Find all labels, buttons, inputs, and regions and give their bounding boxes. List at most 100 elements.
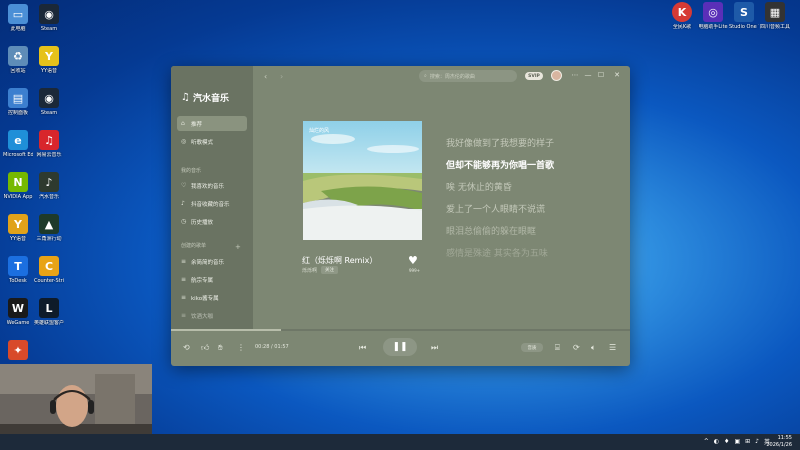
app-icon: T bbox=[8, 256, 28, 276]
tray-expand-icon[interactable]: ^ bbox=[704, 438, 709, 445]
search-input[interactable]: ⌕ 搜索：周杰伦的歌曲 bbox=[419, 70, 517, 82]
search-icon: ⌕ bbox=[424, 73, 427, 79]
desktop-icon[interactable]: ◉ Steam bbox=[34, 4, 64, 32]
music-app-window: ♫ 汽水音乐 ⌂ 推荐 ◎ 听歌模式 我的音乐 ♡ 我喜欢的音乐 ♪ 抖音收藏的… bbox=[171, 66, 630, 366]
desktop-icon[interactable]: W WeGame bbox=[3, 298, 33, 326]
heart-icon[interactable]: ♥ bbox=[408, 254, 418, 267]
album-cover[interactable]: 灿烂的风 bbox=[303, 121, 422, 240]
thumbs-up-icon[interactable]: 👍︎ bbox=[201, 343, 209, 353]
listen-mode-icon[interactable]: ⟲ bbox=[183, 343, 190, 352]
back-arrow-icon[interactable]: ‹ bbox=[264, 72, 267, 81]
app-icon: C bbox=[39, 256, 59, 276]
playlist-item[interactable]: ≡ 饮酒大咖 bbox=[177, 308, 247, 323]
nav-item-liked-music[interactable]: ♡ 我喜欢的音乐 bbox=[177, 178, 247, 193]
tray-app-icon[interactable]: ◐ bbox=[714, 438, 719, 445]
nav-item-listen-mode[interactable]: ◎ 听歌模式 bbox=[177, 134, 247, 149]
sidebar: ♫ 汽水音乐 ⌂ 推荐 ◎ 听歌模式 我的音乐 ♡ 我喜欢的音乐 ♪ 抖音收藏的… bbox=[171, 66, 253, 330]
pause-button[interactable]: ❚❚ bbox=[383, 338, 417, 356]
tray-app-icon[interactable]: ♦ bbox=[724, 438, 729, 445]
artist-name[interactable]: 烁烁啊 bbox=[302, 267, 317, 274]
lyrics-icon[interactable]: ⌸ bbox=[555, 343, 560, 353]
desktop-icon[interactable]: N NVIDIA App bbox=[3, 172, 33, 200]
desktop-icon[interactable]: L 英雄联盟客户端 bbox=[34, 298, 64, 326]
desktop-icon-label: NVIDIA App bbox=[3, 194, 33, 200]
more-icon[interactable]: ⋮ bbox=[237, 343, 245, 352]
desktop-icon-label: 网易云音乐 bbox=[36, 152, 62, 158]
lyric-line: 唉 无休止的黄昏 bbox=[446, 183, 512, 193]
network-icon[interactable]: ⊞ bbox=[745, 438, 750, 445]
lyric-line-current: 但却不能够再为你唱一首歌 bbox=[446, 161, 555, 171]
search-placeholder: 搜索：周杰伦的歌曲 bbox=[429, 73, 475, 80]
desktop-icon[interactable]: K 全民K歌 bbox=[667, 2, 697, 30]
tray-app-icon[interactable]: ▣ bbox=[734, 438, 740, 445]
desktop-icon[interactable]: ▦ 四川音频工具箱 bbox=[760, 2, 790, 30]
desktop-icon[interactable]: T ToDesk bbox=[3, 256, 33, 284]
desktop-icon[interactable]: ▭ 此电脑 bbox=[3, 4, 33, 32]
repeat-icon[interactable]: ⟳ bbox=[573, 343, 580, 352]
progress-bar[interactable] bbox=[171, 329, 630, 331]
next-icon[interactable]: ⏭︎ bbox=[431, 343, 438, 353]
heart-icon: ♡ bbox=[181, 181, 187, 189]
playlist-item[interactable]: ≡ 余简简的音乐 bbox=[177, 254, 247, 269]
desktop-icon-label: 四川音频工具箱 bbox=[760, 24, 790, 30]
desktop-icon[interactable]: Y YY语音 bbox=[3, 214, 33, 242]
app-icon: ♫ bbox=[39, 130, 59, 150]
desktop-icon-label: 英雄联盟客户端 bbox=[34, 320, 64, 326]
thumbs-down-icon[interactable]: ✋︎ bbox=[218, 343, 223, 353]
maximize-button[interactable]: ☐ bbox=[596, 70, 606, 80]
menu-icon[interactable]: ⋯ bbox=[570, 70, 580, 80]
app-logo: ♫ 汽水音乐 bbox=[181, 91, 229, 104]
like-count: 999+ bbox=[409, 268, 420, 273]
add-playlist-button[interactable]: + bbox=[235, 243, 241, 251]
desktop-icon[interactable]: ✦ bbox=[3, 340, 33, 362]
app-icon: ▭ bbox=[8, 4, 28, 24]
clock-icon: ◷ bbox=[181, 217, 187, 225]
playlist-item[interactable]: ≡ kiko酱专属 bbox=[177, 290, 247, 305]
avatar[interactable] bbox=[551, 70, 562, 81]
forward-arrow-icon[interactable]: › bbox=[280, 72, 283, 81]
home-icon: ⌂ bbox=[181, 119, 185, 127]
volume-icon[interactable]: ♪ bbox=[755, 438, 759, 445]
nav-label: 我喜欢的音乐 bbox=[191, 183, 225, 190]
app-icon: S bbox=[734, 2, 754, 22]
desktop-icon[interactable]: ♪ 汽水音乐 bbox=[34, 172, 64, 200]
nav-item-recommend[interactable]: ⌂ 推荐 bbox=[177, 116, 247, 131]
clock[interactable]: 11:55 2026/1/26 bbox=[766, 435, 792, 449]
app-icon: Y bbox=[39, 46, 59, 66]
minimize-button[interactable]: — bbox=[583, 70, 593, 80]
playlist-label: kiko酱专属 bbox=[191, 295, 219, 302]
douyin-icon: ♪ bbox=[181, 199, 185, 207]
app-icon: Y bbox=[8, 214, 28, 234]
app-icon: ✦ bbox=[8, 340, 28, 360]
volume-icon[interactable]: 🔈︎ bbox=[591, 343, 596, 353]
lyric-line: 我好像做到了我想要的样子 bbox=[446, 139, 555, 149]
desktop-icon-label: WeGame bbox=[6, 320, 30, 326]
desktop-icon[interactable]: ♫ 网易云音乐 bbox=[34, 130, 64, 158]
desktop-icon[interactable]: S Studio One 7 bbox=[729, 2, 759, 30]
desktop-icon-label: 此电脑 bbox=[10, 26, 26, 32]
clock-date: 2026/1/26 bbox=[766, 442, 792, 448]
nav-item-douyin-music[interactable]: ♪ 抖音收藏的音乐 bbox=[177, 196, 247, 211]
desktop-icon-label: 控制面板 bbox=[7, 110, 28, 116]
desktop-icon[interactable]: ♻ 回收站 bbox=[3, 46, 33, 74]
desktop-icon[interactable]: ◉ Steam bbox=[34, 88, 64, 116]
svip-badge[interactable]: SVIP bbox=[525, 72, 543, 80]
desktop-icon[interactable]: ▲ 三角洲行动 bbox=[34, 214, 64, 242]
nav-item-history[interactable]: ◷ 历史播放 bbox=[177, 214, 247, 229]
desktop-icon-label: Counter-Strike 2 bbox=[34, 278, 64, 284]
system-tray: ^ ◐ ♦ ▣ ⊞ ♪ 英 bbox=[704, 437, 770, 446]
desktop-icon[interactable]: C Counter-Strike 2 bbox=[34, 256, 64, 284]
close-button[interactable]: ✕ bbox=[612, 70, 622, 80]
progress-fill bbox=[171, 329, 282, 331]
quality-button[interactable]: 音质 bbox=[521, 343, 543, 352]
playlist-item[interactable]: ≡ 航宗专属 bbox=[177, 272, 247, 287]
follow-button[interactable]: 关注 bbox=[321, 266, 338, 274]
playlist-icon[interactable]: ☰ bbox=[609, 343, 616, 352]
desktop-icon[interactable]: Y YY语音 bbox=[34, 46, 64, 74]
app-icon: ▲ bbox=[39, 214, 59, 234]
desktop-icon[interactable]: e Microsoft Edge bbox=[3, 130, 33, 158]
previous-icon[interactable]: ⏮︎ bbox=[359, 343, 366, 353]
desktop-icon[interactable]: ▤ 控制面板 bbox=[3, 88, 33, 116]
desktop-icon[interactable]: ◎ 电脑助手Lite bbox=[698, 2, 728, 30]
my-music-section-title: 我的音乐 bbox=[181, 168, 202, 174]
